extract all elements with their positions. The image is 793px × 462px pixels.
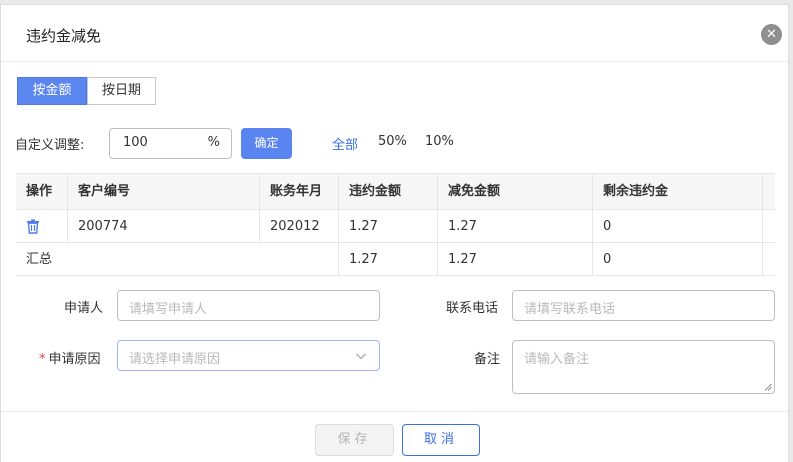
summary-filler: [762, 243, 775, 275]
reason-label-wrap: * 申请原因: [39, 348, 101, 367]
confirm-button[interactable]: 确定: [241, 128, 292, 159]
col-customer-no-header: 客户编号: [67, 174, 259, 209]
summary-remaining: 0: [592, 243, 762, 275]
period-cell: 202012: [259, 210, 338, 242]
penalty-relief-dialog: 违约金减免 ✕ 按金额 按日期 自定义调整: 100 % 确定 全部 50% 1…: [0, 4, 789, 462]
close-icon[interactable]: ✕: [761, 24, 782, 45]
table-header-row: 操作 客户编号 账务年月 违约金额 减免金额 剩余违约金: [16, 174, 775, 210]
applicant-input[interactable]: 请填写申请人: [117, 290, 380, 321]
summary-relief: 1.27: [437, 243, 592, 275]
trash-icon[interactable]: [26, 219, 40, 234]
remaining-cell: 0: [592, 210, 762, 242]
dialog-footer: 保存 取消: [1, 411, 788, 462]
filler-cell: [762, 210, 775, 242]
col-relief-header: 减免金额: [437, 174, 592, 209]
table-row: 200774 202012 1.27 1.27 0: [16, 210, 775, 243]
phone-placeholder: 请填写联系电话: [524, 302, 616, 317]
col-filler-header: [762, 174, 775, 209]
col-period-header: 账务年月: [259, 174, 338, 209]
adjust-value: 100: [123, 135, 148, 150]
summary-row: 汇总 1.27 1.27 0: [16, 243, 775, 276]
reason-label: 申请原因: [48, 352, 101, 367]
required-mark: *: [39, 352, 46, 367]
col-remaining-header: 剩余违约金: [592, 174, 762, 209]
tab-by-amount[interactable]: 按金额: [17, 77, 87, 105]
adjust-unit: %: [207, 135, 220, 150]
remark-label: 备注: [474, 352, 501, 367]
quick-all-link[interactable]: 全部: [332, 134, 358, 153]
penalty-cell: 1.27: [338, 210, 437, 242]
cancel-button[interactable]: 取消: [402, 424, 480, 456]
resize-handle-icon[interactable]: [764, 383, 772, 391]
customer-no-cell: 200774: [67, 210, 259, 242]
relief-cell: 1.27: [437, 210, 592, 242]
applicant-placeholder: 请填写申请人: [129, 302, 208, 317]
phone-label: 联系电话: [446, 301, 499, 316]
save-button[interactable]: 保存: [315, 424, 394, 456]
dialog-title: 违约金减免: [26, 27, 102, 45]
penalty-table: 操作 客户编号 账务年月 违约金额 减免金额 剩余违约金 200774 2020…: [16, 173, 775, 276]
quick-50-link[interactable]: 50%: [378, 134, 407, 149]
remark-textarea[interactable]: 请输入备注: [512, 340, 775, 394]
chevron-down-icon: [356, 353, 366, 360]
dialog-header: 违约金减免 ✕: [1, 5, 788, 62]
summary-penalty: 1.27: [338, 243, 437, 275]
reason-select[interactable]: 请选择申请原因: [117, 340, 380, 371]
reason-placeholder: 请选择申请原因: [129, 352, 221, 367]
phone-input[interactable]: 请填写联系电话: [512, 290, 775, 321]
adjust-percent-input[interactable]: 100 %: [109, 128, 232, 159]
col-penalty-header: 违约金额: [338, 174, 437, 209]
summary-label: 汇总: [26, 252, 53, 267]
row-action-cell: [16, 210, 67, 242]
quick-10-link[interactable]: 10%: [425, 134, 454, 149]
remark-placeholder: 请输入备注: [524, 352, 590, 367]
col-action-header: 操作: [26, 184, 53, 199]
tab-by-date[interactable]: 按日期: [87, 77, 156, 105]
adjust-label: 自定义调整:: [15, 138, 85, 153]
applicant-label: 申请人: [64, 301, 104, 316]
